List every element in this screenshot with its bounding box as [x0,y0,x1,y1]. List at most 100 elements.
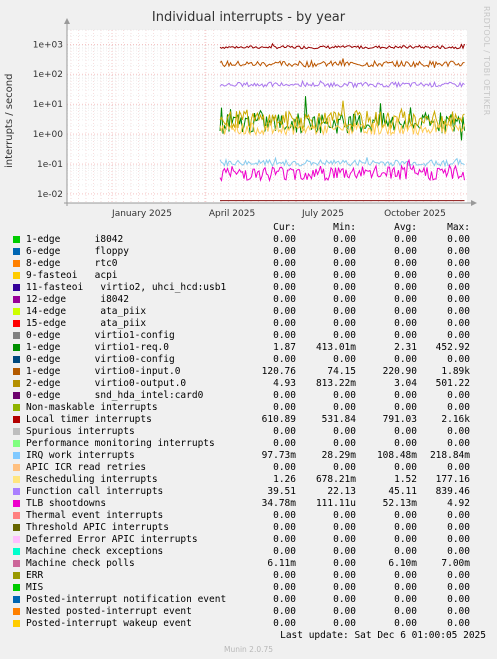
value-cur: 97.73m [261,450,296,461]
value-max: 7.00m [441,558,470,569]
value-cur: 6.11m [267,558,296,569]
legend-label: Machine check polls [26,558,135,569]
value-avg: 220.90 [382,366,417,377]
legend-swatch [13,272,20,279]
legend-label: 1-edge virtio0-input.0 [26,366,181,377]
value-avg: 0.00 [394,306,417,317]
legend-swatch [13,596,20,603]
value-min: 0.00 [333,582,356,593]
value-min: 0.00 [333,306,356,317]
value-min: 0.00 [333,558,356,569]
y-tick-label: 1e+02 [33,70,63,80]
value-max: 0.00 [447,318,470,329]
value-min: 0.00 [333,354,356,365]
legend-swatch [13,476,20,483]
value-cur: 0.00 [273,258,296,269]
value-min: 0.00 [333,258,356,269]
value-max: 0.00 [447,594,470,605]
legend-label: Deferred Error APIC interrupts [26,534,198,545]
value-max: 0.00 [447,510,470,521]
value-cur: 1.26 [273,474,296,485]
value-min: 0.00 [333,522,356,533]
legend-swatch [13,356,20,363]
value-avg: 0.00 [394,258,417,269]
value-min: 0.00 [333,246,356,257]
y-tick-label: 1e+00 [33,130,64,140]
value-max: 0.00 [447,234,470,245]
value-cur: 39.51 [267,486,296,497]
x-tick-label: April 2025 [209,209,255,219]
legend-row: MIS 0.00 0.00 0.00 0.00 [0,582,497,594]
value-min: 0.00 [333,318,356,329]
value-cur: 0.00 [273,390,296,401]
legend-label: 11-fasteoi virtio2, uhci_hcd:usb1 [26,282,227,293]
legend: 1-edge i8042 0.00 0.00 0.00 0.00 6-edge flopp… [0,234,497,630]
legend-label: MIS [26,582,44,593]
value-cur: 0.00 [273,426,296,437]
value-cur: 34.78m [261,498,296,509]
value-max: 0.00 [447,546,470,557]
legend-row: 0-edge virtio0-config 0.00 0.00 0.00 0.00 [0,354,497,366]
legend-swatch [13,308,20,315]
legend-row: Thermal event interrupts 0.00 0.00 0.00 0.00 [0,510,497,522]
legend-label: 15-edge ata_piix [26,318,147,329]
value-max: 0.00 [447,282,470,293]
legend-swatch [13,572,20,579]
value-min: 74.15 [327,366,356,377]
value-min: 0.00 [333,618,356,629]
legend-label: 12-edge i8042 [26,294,129,305]
value-cur: 0.00 [273,438,296,449]
legend-row: Performance monitoring interrupts 0.00 0.0… [0,438,497,450]
value-max: 0.00 [447,582,470,593]
legend-label: ERR [26,570,44,581]
value-min: 0.00 [333,594,356,605]
legend-row: 14-edge ata_piix 0.00 0.00 0.00 0.00 [0,306,497,318]
value-avg: 0.00 [394,318,417,329]
legend-swatch [13,332,20,339]
value-max: 839.46 [435,486,470,497]
value-avg: 0.00 [394,330,417,341]
value-cur: 0.00 [273,402,296,413]
legend-swatch [13,296,20,303]
value-min: 0.00 [333,330,356,341]
value-min: 0.00 [333,234,356,245]
legend-swatch [13,380,20,387]
legend-row: 15-edge ata_piix 0.00 0.00 0.00 0.00 [0,318,497,330]
legend-label: IRQ work interrupts [26,450,135,461]
value-avg: 0.00 [394,606,417,617]
legend-swatch [13,416,20,423]
legend-row: Posted-interrupt notification event 0.00 0… [0,594,497,606]
legend-row: 0-edge snd_hda_intel:card0 0.00 0.00 0.00 0.… [0,390,497,402]
legend-label: Threshold APIC interrupts [26,522,169,533]
legend-swatch [13,284,20,291]
value-min: 0.00 [333,390,356,401]
value-max: 0.00 [447,258,470,269]
legend-row: 0-edge virtio1-config 0.00 0.00 0.00 0.00 [0,330,497,342]
legend-label: Spurious interrupts [26,426,135,437]
value-cur: 0.00 [273,354,296,365]
legend-label: 1-edge i8042 [26,234,124,245]
value-min: 678.21m [315,474,356,485]
value-min: 0.00 [333,402,356,413]
legend-row: 1-edge i8042 0.00 0.00 0.00 0.00 [0,234,497,246]
legend-label: APIC ICR read retries [26,462,147,473]
legend-label: Function call interrupts [26,486,164,497]
y-tick-label: 1e+03 [33,40,63,50]
value-cur: 0.00 [273,282,296,293]
legend-swatch [13,236,20,243]
value-avg: 0.00 [394,618,417,629]
value-cur: 0.00 [273,606,296,617]
legend-swatch [13,524,20,531]
x-tick-label: January 2025 [111,209,172,219]
value-avg: 0.00 [394,462,417,473]
value-cur: 0.00 [273,462,296,473]
legend-label: 0-edge snd_hda_intel:card0 [26,390,204,401]
value-avg: 0.00 [394,582,417,593]
header-avg: Avg: [394,222,417,233]
legend-swatch [13,392,20,399]
value-cur: 0.00 [273,594,296,605]
value-cur: 0.00 [273,534,296,545]
value-min: 0.00 [333,426,356,437]
value-cur: 4.93 [273,378,296,389]
legend-row: 1-edge virtio1-req.0 1.87 413.01m 2.31 452.9… [0,342,497,354]
